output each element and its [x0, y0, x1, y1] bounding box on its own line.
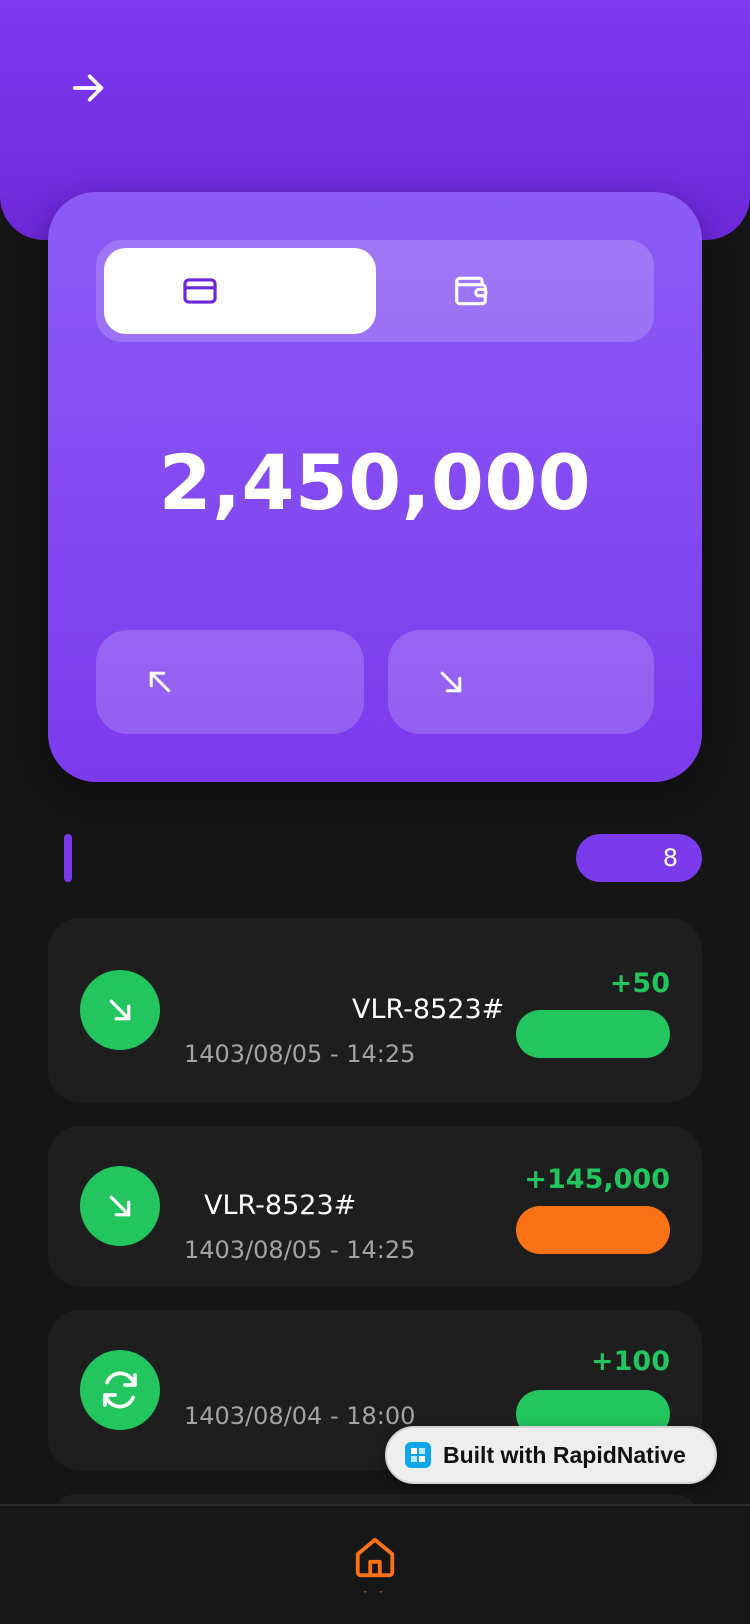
- tab-home[interactable]: · ·: [345, 1534, 405, 1614]
- transaction-item[interactable]: VLR-8523# 1403/08/05 - 14:25 +145,000: [48, 1126, 702, 1286]
- back-button[interactable]: [62, 62, 114, 114]
- transaction-amount: +50: [609, 968, 670, 999]
- tab-wallet[interactable]: [376, 248, 646, 334]
- refresh-icon: [103, 1371, 137, 1409]
- tab-card[interactable]: [104, 248, 376, 334]
- transaction-item[interactable]: VLR-8523# 1403/08/05 - 14:25 +50: [48, 918, 702, 1102]
- home-indicator-dots: · ·: [363, 1585, 387, 1599]
- transaction-amount: +100: [591, 1346, 670, 1377]
- transaction-type-icon: [80, 1350, 160, 1430]
- built-with-badge[interactable]: Built with RapidNative: [385, 1426, 717, 1484]
- balance-amount: 2,450,000: [158, 438, 592, 527]
- bottom-tab-bar: · ·: [0, 1504, 750, 1624]
- transaction-type-icon: [80, 1166, 160, 1246]
- transaction-reference: VLR-8523#: [352, 994, 505, 1025]
- home-icon: [355, 1537, 395, 1578]
- section-accent-bar: [64, 834, 72, 882]
- arrow-down-right-icon: [109, 1195, 131, 1217]
- balance-card: 2,450,000: [48, 192, 702, 782]
- arrow-down-right-icon: [109, 999, 131, 1021]
- transaction-date: 1403/08/05 - 14:25: [184, 1236, 416, 1264]
- transaction-date: 1403/08/05 - 14:25: [184, 1040, 416, 1068]
- transaction-status-badge: [516, 1206, 670, 1254]
- arrow-down-right-icon: [440, 671, 462, 693]
- arrow-right-icon: [72, 74, 104, 102]
- arrow-up-left-icon: [149, 671, 171, 693]
- transaction-date: 1403/08/04 - 18:00: [184, 1402, 416, 1430]
- transactions-count: 8: [662, 844, 678, 872]
- wallet-icon: [455, 276, 488, 306]
- account-type-toggle: [96, 240, 654, 342]
- transaction-type-icon: [80, 970, 160, 1050]
- transactions-count-badge[interactable]: 8: [576, 834, 702, 882]
- transaction-status-badge: [516, 1010, 670, 1058]
- transaction-reference: VLR-8523#: [204, 1190, 357, 1221]
- credit-card-icon: [183, 278, 217, 304]
- receive-button[interactable]: [388, 630, 654, 734]
- transaction-amount: +145,000: [524, 1164, 670, 1195]
- badge-label: Built with RapidNative: [443, 1441, 686, 1468]
- send-button[interactable]: [96, 630, 364, 734]
- rapidnative-logo-icon: [405, 1442, 431, 1468]
